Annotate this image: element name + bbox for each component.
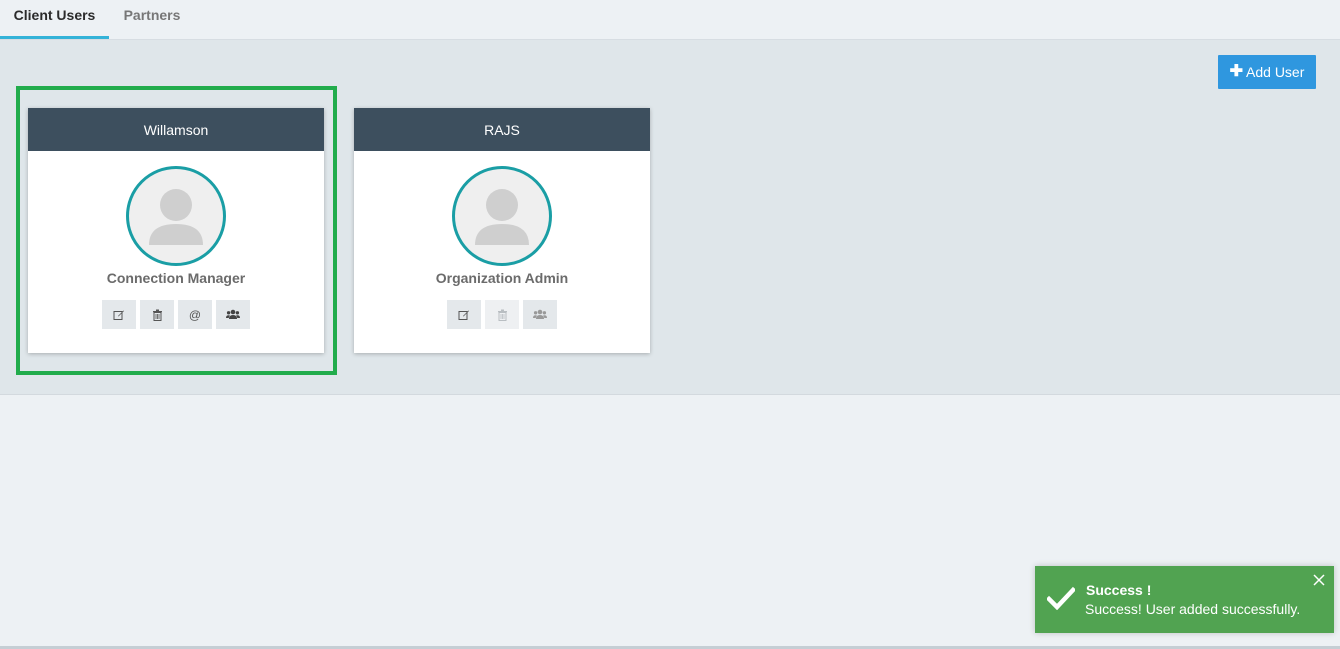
user-silhouette-icon — [475, 189, 529, 245]
edit-icon — [113, 310, 124, 320]
delete-user-button[interactable] — [485, 300, 519, 329]
user-card-header: Willamson — [28, 108, 324, 151]
tab-client-users[interactable]: Client Users — [0, 0, 109, 39]
user-name: RAJS — [484, 121, 520, 138]
edit-user-button[interactable] — [447, 300, 481, 329]
avatar — [126, 166, 226, 266]
trash-icon — [497, 309, 507, 321]
edit-icon — [458, 310, 469, 320]
add-user-button[interactable]: ✚ Add User — [1218, 55, 1316, 89]
user-card[interactable]: RAJS Organization Admin — [354, 108, 650, 353]
plus-icon: ✚ — [1229, 63, 1244, 80]
at-icon: @ — [188, 307, 202, 322]
add-user-label: Add User — [1246, 64, 1305, 80]
tab-partners[interactable]: Partners — [109, 0, 195, 39]
user-groups-button[interactable] — [216, 300, 250, 329]
group-icon — [226, 309, 240, 319]
edit-user-button[interactable] — [102, 300, 136, 329]
user-name: Willamson — [143, 121, 209, 138]
user-silhouette-icon — [149, 189, 203, 245]
user-card[interactable]: Willamson Connection Manager @ — [28, 108, 324, 353]
success-toast[interactable]: Success ! Success! User added successful… — [1035, 566, 1334, 633]
user-actions — [354, 300, 650, 329]
tab-bar: Client Users Partners — [0, 0, 1340, 40]
check-icon — [1047, 586, 1075, 610]
user-groups-button[interactable] — [523, 300, 557, 329]
close-icon[interactable] — [1312, 573, 1326, 587]
group-icon — [533, 309, 547, 319]
toast-title: Success ! — [1086, 582, 1152, 598]
delete-user-button[interactable] — [140, 300, 174, 329]
toast-message: Success! User added successfully. — [1085, 601, 1301, 617]
user-role: Organization Admin — [435, 270, 569, 286]
trash-icon — [152, 309, 162, 321]
user-role: Connection Manager — [106, 270, 246, 286]
avatar — [452, 166, 552, 266]
user-actions: @ — [28, 300, 324, 329]
email-user-button[interactable]: @ — [178, 300, 212, 329]
user-card-header: RAJS — [354, 108, 650, 151]
